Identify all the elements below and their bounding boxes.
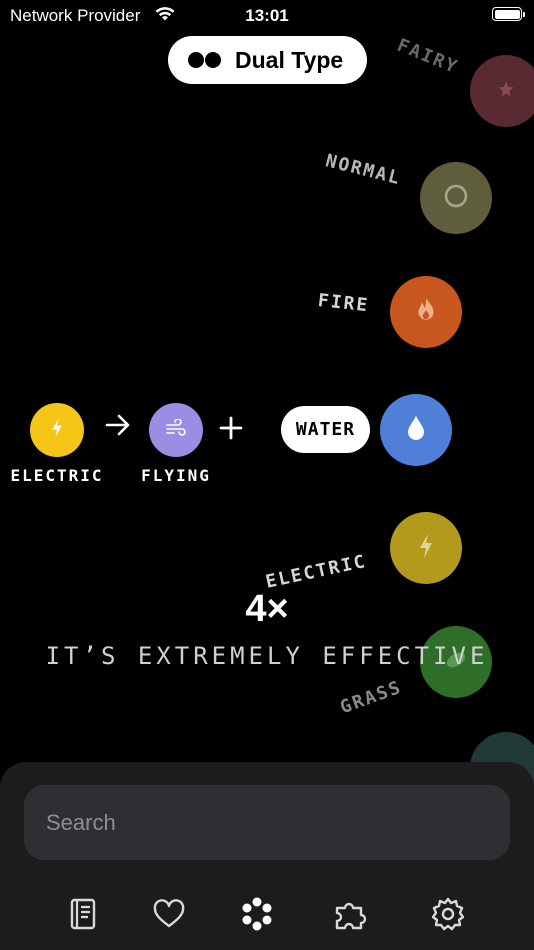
type-label-normal: NORMAL — [323, 150, 404, 190]
star-icon — [496, 79, 516, 104]
tab-settings[interactable] — [426, 894, 470, 938]
tab-favorites[interactable] — [147, 894, 191, 938]
mode-label: Dual Type — [235, 47, 344, 73]
type-circle-normal[interactable] — [420, 162, 492, 234]
effectiveness-text: IT’S EXTREMELY EFFECTIVE — [45, 642, 489, 670]
wind-icon — [165, 417, 187, 442]
type-label-electric: ELECTRIC — [263, 550, 369, 593]
lightning-icon — [417, 532, 435, 565]
defender-type-2-pill[interactable]: WATER — [281, 406, 370, 453]
heart-icon — [152, 898, 186, 934]
lightning-icon — [50, 417, 64, 444]
puzzle-icon — [333, 898, 373, 935]
water-drop-icon — [404, 413, 428, 448]
type-circle-electric[interactable] — [390, 512, 462, 584]
dots-icon — [239, 896, 275, 937]
type-circle-fire[interactable] — [390, 276, 462, 348]
gear-icon — [430, 896, 466, 937]
flame-icon — [413, 296, 439, 329]
attacker-type-button[interactable] — [30, 403, 84, 457]
defender-type-1-button[interactable] — [149, 403, 203, 457]
mode-toggle-button[interactable]: Dual Type — [168, 36, 367, 84]
type-label-fairy: FAIRY — [394, 34, 462, 79]
bottom-panel — [0, 762, 534, 950]
effectiveness-multiplier: 4× — [245, 588, 289, 630]
type-label-grass: GRASS — [337, 676, 405, 719]
tab-puzzle[interactable] — [331, 894, 375, 938]
type-label-fire: FIRE — [316, 290, 371, 317]
tab-pokedex[interactable] — [61, 894, 105, 938]
arrow-right-icon — [104, 411, 132, 447]
tab-types[interactable] — [235, 894, 279, 938]
battery-icon — [492, 7, 525, 21]
book-icon — [68, 897, 98, 936]
dual-dots-icon — [188, 52, 222, 73]
circle-icon — [443, 183, 469, 214]
status-bar: Network Provider 13:01 — [0, 0, 534, 30]
plus-icon — [219, 414, 243, 448]
type-circle-water[interactable] — [380, 394, 452, 466]
defender-type-1-label: FLYING — [141, 466, 211, 485]
type-circle-fairy[interactable] — [470, 55, 534, 127]
tab-bar — [0, 894, 534, 938]
clock: 13:01 — [245, 6, 289, 25]
search-input[interactable] — [24, 785, 510, 860]
